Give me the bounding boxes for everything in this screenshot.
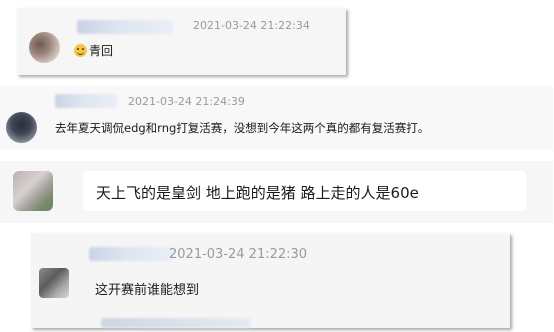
message-bubble: 天上飞的是皇剑 地上跑的是猪 路上走的人是60e bbox=[83, 171, 526, 211]
avatar[interactable] bbox=[13, 171, 53, 211]
comment-card-1: 2021-03-24 21:22:34 青回 bbox=[17, 8, 346, 75]
comment-timestamp: 2021-03-24 21:22:34 bbox=[193, 19, 310, 32]
username[interactable] bbox=[77, 20, 173, 34]
comment-text: 天上飞的是皇剑 地上跑的是猪 路上走的人是60e bbox=[96, 184, 419, 202]
comment-text: 去年夏天调侃edg和rng打复活赛，没想到今年这两个真的都有复活赛打。 bbox=[55, 121, 430, 135]
comment-card-3: 天上飞的是皇剑 地上跑的是猪 路上走的人是60e bbox=[0, 161, 553, 223]
avatar[interactable] bbox=[29, 32, 60, 63]
avatar[interactable] bbox=[6, 112, 37, 143]
username[interactable] bbox=[89, 247, 173, 261]
comment-text: 青回 bbox=[74, 42, 113, 59]
reply-preview bbox=[101, 318, 251, 328]
comment-text: 这开赛前谁能想到 bbox=[95, 283, 200, 298]
avatar[interactable] bbox=[39, 268, 69, 298]
comment-timestamp: 2021-03-24 21:22:30 bbox=[169, 247, 308, 262]
comment-card-2: 2021-03-24 21:24:39 去年夏天调侃edg和rng打复活赛，没想… bbox=[0, 86, 553, 149]
comment-card-4: 2021-03-24 21:22:30 这开赛前谁能想到 bbox=[31, 233, 510, 328]
username[interactable] bbox=[55, 94, 117, 108]
comment-text-content: 青回 bbox=[89, 44, 114, 58]
comment-timestamp: 2021-03-24 21:24:39 bbox=[128, 95, 245, 108]
smiley-icon bbox=[74, 44, 87, 57]
